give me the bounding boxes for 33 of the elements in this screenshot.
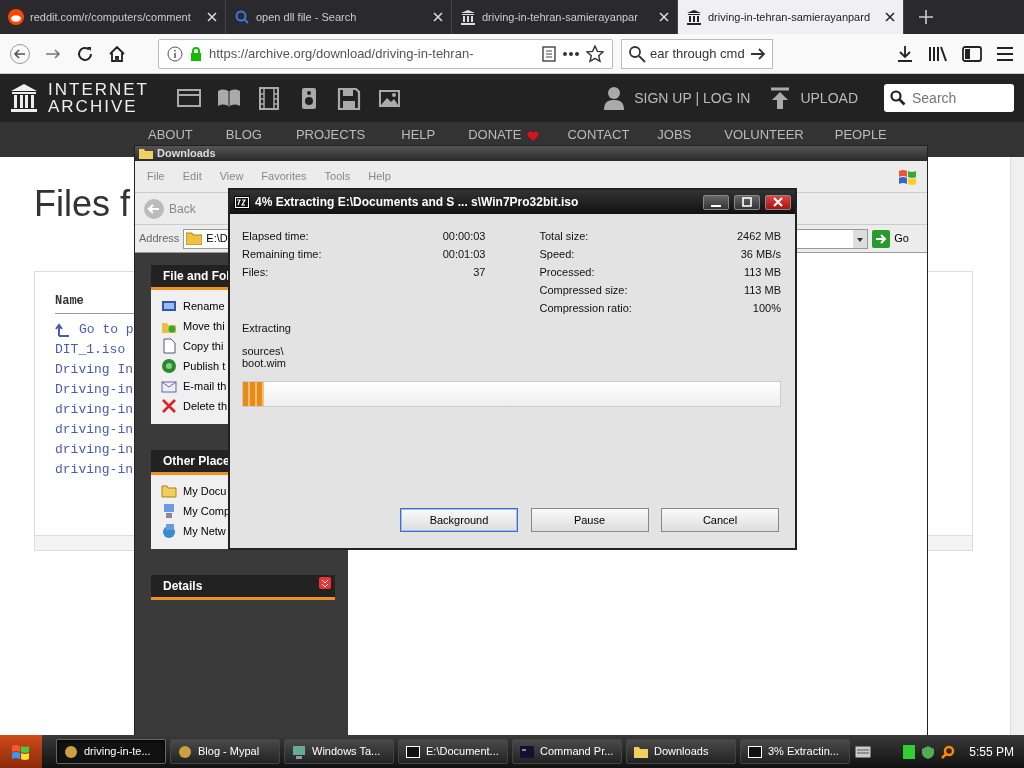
stat-value: 113 MB [743, 283, 781, 298]
url-text: https://archive.org/download/driving-in-tehran- [209, 44, 475, 63]
stat-value: 100% [752, 301, 781, 316]
panel-title: Details [163, 578, 203, 595]
stat-label: Files: [242, 265, 269, 280]
stat-label: Compressed size: [539, 283, 628, 298]
stat-value: 2462 MB [736, 229, 781, 244]
folder-path: sources\ [242, 344, 285, 357]
dialog-title: 4% Extracting E:\Documents and S ... s\Win7Pro32bit.iso [255, 194, 580, 211]
tab-title: driving-in-tehran-samierayanpard [708, 9, 872, 25]
stat-label: Processed: [539, 265, 595, 280]
stat-label: Total size: [539, 229, 589, 244]
status-label: Extracting [242, 321, 292, 336]
stat-value: 00:00:03 [442, 229, 486, 244]
stat-value: 113 MB [743, 265, 781, 280]
stat-label: Speed: [539, 247, 575, 262]
file-name: boot.wim [242, 356, 288, 369]
tab-title: driving-in-tehran-samierayanpar [482, 9, 639, 25]
page-heading: Files f [34, 182, 130, 226]
tab-title: reddit.com/r/computers/comment [30, 9, 192, 25]
panel-title: Other Place [163, 453, 230, 470]
stat-label: Remaining time: [242, 247, 322, 262]
window-title: Downloads [157, 146, 216, 162]
search-text: ear through cmd [650, 44, 745, 63]
clock: 5:55 PM [969, 743, 1014, 761]
stat-label: Compression ratio: [539, 301, 632, 316]
stat-value: 36 MB/s [740, 247, 781, 262]
tab-title: open dll file - Search [256, 9, 358, 25]
address-label: Address [139, 231, 180, 247]
stat-value: 37 [473, 265, 486, 280]
address-text: E:\D [206, 231, 228, 247]
stat-value: 00:01:03 [442, 247, 486, 262]
stat-label: Elapsed time: [242, 229, 309, 244]
